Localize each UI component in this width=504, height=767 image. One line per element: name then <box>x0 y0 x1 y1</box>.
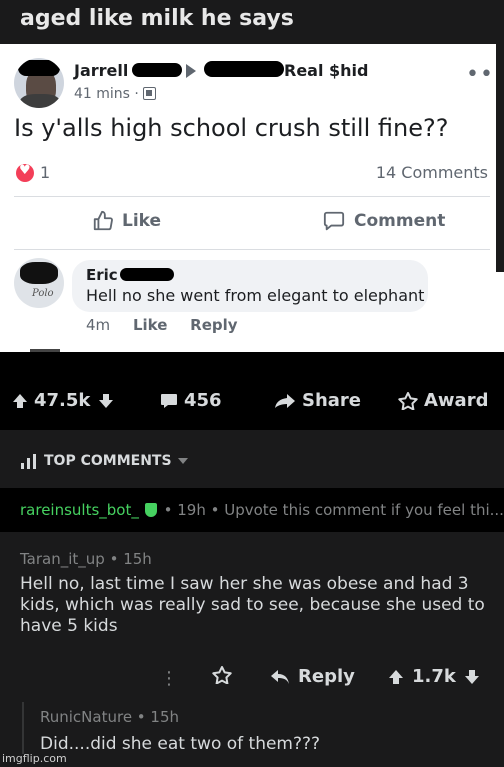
comment-meta[interactable]: RunicNature • 15h <box>40 708 179 726</box>
thumbs-up-icon <box>93 210 113 231</box>
divider <box>14 196 490 197</box>
like-button[interactable]: Like <box>92 210 161 232</box>
target-name[interactable]: Real $hid <box>284 61 368 80</box>
commenter-redaction <box>120 268 174 281</box>
target-redaction <box>204 61 284 77</box>
comment-score: 1.7k <box>412 666 456 687</box>
comment-meta: 4m Like Reply <box>86 316 256 334</box>
comment: Taran_it_up • 15h Hell no, last time I s… <box>0 532 504 702</box>
avatar-redaction <box>20 262 58 284</box>
chevron-down-icon <box>177 458 188 464</box>
commenter-name[interactable]: Eric <box>86 266 118 284</box>
share-arrow-icon <box>275 393 295 408</box>
downvote-icon[interactable] <box>98 393 114 409</box>
watermark: imgflip.com <box>2 752 67 765</box>
arrow-right-icon <box>186 64 196 78</box>
commenter-avatar[interactable]: Polo <box>14 258 64 308</box>
share-label: Share <box>302 390 362 411</box>
privacy-icon <box>142 87 156 100</box>
comments-count-label: 456 <box>184 390 222 411</box>
comment-time: 4m <box>86 316 111 334</box>
avatar-shirt <box>20 94 60 108</box>
avatar-redaction <box>18 60 60 76</box>
bot-comment-collapsed[interactable]: rareinsults_bot_ • 19h • Upvote this com… <box>0 488 504 532</box>
sort-label: TOP COMMENTS <box>44 453 172 469</box>
comment-body: Did....did she eat two of them??? <box>40 734 321 754</box>
comment-meta[interactable]: Taran_it_up • 15h <box>20 550 152 568</box>
comment-reply-button[interactable]: Reply <box>190 316 237 334</box>
comment-icon <box>161 393 177 408</box>
sort-dropdown[interactable]: TOP COMMENTS <box>20 452 188 470</box>
comments-count[interactable]: 14 Comments <box>376 163 488 182</box>
bot-time: 19h <box>177 501 206 519</box>
caption-bar: aged like milk he says <box>0 0 504 44</box>
reply-label: Reply <box>298 666 355 687</box>
reply-button[interactable]: Reply <box>270 666 355 687</box>
reaction-count[interactable]: 1 <box>40 163 50 182</box>
share-button[interactable]: Share <box>274 390 361 411</box>
give-award-button[interactable] <box>212 666 240 684</box>
author-redaction <box>132 63 182 77</box>
vote-control: 47.5k <box>12 390 120 411</box>
award-icon <box>212 666 232 684</box>
thread-line[interactable] <box>22 702 24 754</box>
divider <box>14 249 490 250</box>
like-label: Like <box>122 211 162 231</box>
reply-comment: RunicNature • 15h Did....did she eat two… <box>0 702 504 767</box>
moderator-shield-icon <box>144 503 157 517</box>
bot-username[interactable]: rareinsults_bot_ <box>20 501 139 519</box>
rising-bars-icon <box>21 454 36 469</box>
comment-bubble: Eric Hell no she went from elegant to el… <box>72 260 428 312</box>
award-label: Award <box>424 390 489 411</box>
more-options-icon[interactable]: ⋮ <box>160 668 178 689</box>
post-action-bar: 47.5k 456 Share Award <box>0 352 504 430</box>
bot-preview: Upvote this comment if you feel thi... <box>224 501 504 519</box>
comment-button[interactable]: Comment <box>322 210 445 232</box>
sort-bar: TOP COMMENTS <box>0 430 504 488</box>
upvote-icon[interactable] <box>12 393 28 409</box>
comment-like-button[interactable]: Like <box>133 316 167 334</box>
comment-bubble-icon <box>323 211 345 231</box>
author-name[interactable]: Jarrell <box>74 61 128 80</box>
comments-button[interactable]: 456 <box>160 390 222 411</box>
facebook-post: Jarrell Real $hid 41 mins · ••• Is y'all… <box>0 44 504 352</box>
award-icon <box>398 391 418 410</box>
comment-body: Hell no, last time I saw her she was obe… <box>20 574 485 636</box>
caption-title: aged like milk he says <box>20 6 294 31</box>
upvote-count: 47.5k <box>34 390 91 411</box>
author-avatar[interactable] <box>14 58 64 108</box>
avatar-signature: Polo <box>32 288 54 299</box>
award-button[interactable]: Award <box>398 390 488 411</box>
reply-arrow-icon <box>271 669 289 684</box>
love-reaction-icon[interactable] <box>16 163 34 182</box>
upvote-icon[interactable] <box>388 669 404 685</box>
post-time[interactable]: 41 mins · <box>74 86 139 102</box>
bot-comment-line: rareinsults_bot_ • 19h • Upvote this com… <box>20 501 504 519</box>
comment-actions: ⋮ Reply 1.7k <box>0 666 504 696</box>
comment-vote-control: 1.7k <box>388 666 480 687</box>
comment-text: Hell no she went from elegant to elephan… <box>86 286 425 305</box>
post-meta: 41 mins · <box>74 86 156 102</box>
post-text: Is y'alls high school crush still fine?? <box>14 114 449 142</box>
downvote-icon[interactable] <box>464 669 480 685</box>
comment-label: Comment <box>354 211 446 231</box>
scrollbar[interactable] <box>496 44 504 272</box>
